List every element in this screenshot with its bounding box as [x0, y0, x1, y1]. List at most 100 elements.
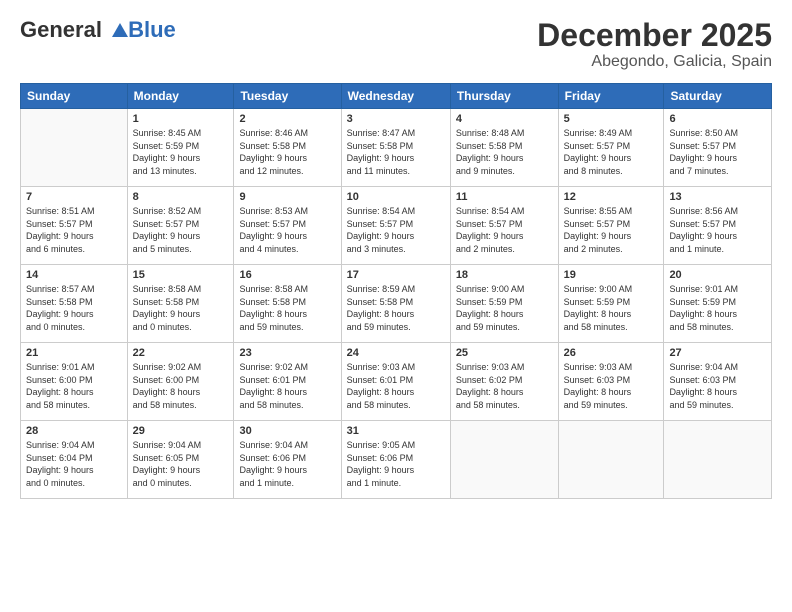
day-info: Sunrise: 8:58 AMSunset: 5:58 PMDaylight:… [133, 283, 229, 333]
day-number: 22 [133, 347, 229, 359]
calendar-cell: 15 Sunrise: 8:58 AMSunset: 5:58 PMDayligh… [127, 265, 234, 343]
calendar-cell: 5 Sunrise: 8:49 AMSunset: 5:57 PMDaylight… [558, 109, 664, 187]
day-number: 13 [669, 191, 766, 203]
day-number: 2 [239, 113, 335, 125]
day-info: Sunrise: 8:48 AMSunset: 5:58 PMDaylight:… [456, 127, 553, 177]
calendar-cell: 2 Sunrise: 8:46 AMSunset: 5:58 PMDaylight… [234, 109, 341, 187]
day-number: 16 [239, 269, 335, 281]
day-number: 17 [347, 269, 445, 281]
day-info: Sunrise: 9:02 AMSunset: 6:00 PMDaylight:… [133, 361, 229, 411]
calendar-cell: 9Sunrise: 8:53 AMSunset: 5:57 PMDaylight… [234, 187, 341, 265]
day-number: 20 [669, 269, 766, 281]
calendar-cell: 26 Sunrise: 9:03 AMSunset: 6:03 PMDayligh… [558, 343, 664, 421]
calendar-cell: 17 Sunrise: 8:59 AMSunset: 5:58 PMDayligh… [341, 265, 450, 343]
day-info: Sunrise: 9:04 AMSunset: 6:05 PMDaylight:… [133, 439, 229, 489]
day-info: Sunrise: 9:00 AMSunset: 5:59 PMDaylight:… [564, 283, 659, 333]
day-number: 5 [564, 113, 659, 125]
day-number: 28 [26, 425, 122, 437]
day-number: 24 [347, 347, 445, 359]
day-info: Sunrise: 9:03 AMSunset: 6:01 PMDaylight:… [347, 361, 445, 411]
day-info: Sunrise: 8:52 AMSunset: 5:57 PMDaylight:… [133, 205, 229, 255]
day-number: 10 [347, 191, 445, 203]
day-info: Sunrise: 8:50 AMSunset: 5:57 PMDaylight:… [669, 127, 766, 177]
day-number: 23 [239, 347, 335, 359]
day-info: Sunrise: 9:01 AMSunset: 5:59 PMDaylight:… [669, 283, 766, 333]
day-info: Sunrise: 9:03 AMSunset: 6:02 PMDaylight:… [456, 361, 553, 411]
col-tuesday: Tuesday [234, 84, 341, 109]
day-info: Sunrise: 8:54 AMSunset: 5:57 PMDaylight:… [456, 205, 553, 255]
title-block: December 2025 Abegondo, Galicia, Spain [537, 18, 772, 71]
calendar-cell [450, 421, 558, 499]
day-number: 4 [456, 113, 553, 125]
calendar-cell: 11 Sunrise: 8:54 AMSunset: 5:57 PMDayligh… [450, 187, 558, 265]
col-sunday: Sunday [21, 84, 128, 109]
day-number: 31 [347, 425, 445, 437]
calendar-week-3: 21 Sunrise: 9:01 AMSunset: 6:00 PMDayligh… [21, 343, 772, 421]
calendar-cell: 7 Sunrise: 8:51 AMSunset: 5:57 PMDaylight… [21, 187, 128, 265]
calendar-cell: 3Sunrise: 8:47 AMSunset: 5:58 PMDaylight… [341, 109, 450, 187]
day-number: 6 [669, 113, 766, 125]
calendar-cell: 10 Sunrise: 8:54 AMSunset: 5:57 PMDayligh… [341, 187, 450, 265]
calendar-cell: 1Sunrise: 8:45 AMSunset: 5:59 PMDaylight… [127, 109, 234, 187]
day-number: 21 [26, 347, 122, 359]
day-info: Sunrise: 9:03 AMSunset: 6:03 PMDaylight:… [564, 361, 659, 411]
day-info: Sunrise: 9:01 AMSunset: 6:00 PMDaylight:… [26, 361, 122, 411]
day-info: Sunrise: 8:51 AMSunset: 5:57 PMDaylight:… [26, 205, 122, 255]
logo-general: General [20, 17, 102, 42]
day-number: 12 [564, 191, 659, 203]
day-info: Sunrise: 8:45 AMSunset: 5:59 PMDaylight:… [133, 127, 229, 177]
calendar-cell: 12 Sunrise: 8:55 AMSunset: 5:57 PMDayligh… [558, 187, 664, 265]
day-number: 30 [239, 425, 335, 437]
day-info: Sunrise: 8:54 AMSunset: 5:57 PMDaylight:… [347, 205, 445, 255]
calendar-cell: 19Sunrise: 9:00 AMSunset: 5:59 PMDayligh… [558, 265, 664, 343]
day-info: Sunrise: 8:57 AMSunset: 5:58 PMDaylight:… [26, 283, 122, 333]
col-monday: Monday [127, 84, 234, 109]
col-saturday: Saturday [664, 84, 772, 109]
day-info: Sunrise: 8:53 AMSunset: 5:57 PMDaylight:… [239, 205, 335, 255]
day-info: Sunrise: 9:00 AMSunset: 5:59 PMDaylight:… [456, 283, 553, 333]
calendar-cell: 4 Sunrise: 8:48 AMSunset: 5:58 PMDaylight… [450, 109, 558, 187]
calendar-cell: 25 Sunrise: 9:03 AMSunset: 6:02 PMDayligh… [450, 343, 558, 421]
day-info: Sunrise: 8:56 AMSunset: 5:57 PMDaylight:… [669, 205, 766, 255]
day-number: 3 [347, 113, 445, 125]
day-info: Sunrise: 8:49 AMSunset: 5:57 PMDaylight:… [564, 127, 659, 177]
calendar-week-1: 7 Sunrise: 8:51 AMSunset: 5:57 PMDaylight… [21, 187, 772, 265]
page: General Blue December 2025 Abegondo, Gal… [0, 0, 792, 612]
day-number: 15 [133, 269, 229, 281]
calendar-cell: 23 Sunrise: 9:02 AMSunset: 6:01 PMDayligh… [234, 343, 341, 421]
calendar-week-0: 1Sunrise: 8:45 AMSunset: 5:59 PMDaylight… [21, 109, 772, 187]
day-info: Sunrise: 8:59 AMSunset: 5:58 PMDaylight:… [347, 283, 445, 333]
calendar-title: December 2025 [537, 18, 772, 53]
col-wednesday: Wednesday [341, 84, 450, 109]
col-thursday: Thursday [450, 84, 558, 109]
calendar-subtitle: Abegondo, Galicia, Spain [537, 53, 772, 71]
day-number: 25 [456, 347, 553, 359]
logo-icon [110, 21, 130, 41]
calendar-cell: 8 Sunrise: 8:52 AMSunset: 5:57 PMDaylight… [127, 187, 234, 265]
day-number: 7 [26, 191, 122, 203]
day-number: 27 [669, 347, 766, 359]
calendar-cell [558, 421, 664, 499]
day-info: Sunrise: 8:46 AMSunset: 5:58 PMDaylight:… [239, 127, 335, 177]
calendar-cell: 14 Sunrise: 8:57 AMSunset: 5:58 PMDayligh… [21, 265, 128, 343]
day-number: 11 [456, 191, 553, 203]
day-info: Sunrise: 9:04 AMSunset: 6:06 PMDaylight:… [239, 439, 335, 489]
day-info: Sunrise: 8:55 AMSunset: 5:57 PMDaylight:… [564, 205, 659, 255]
day-info: Sunrise: 8:58 AMSunset: 5:58 PMDaylight:… [239, 283, 335, 333]
calendar-cell: 22 Sunrise: 9:02 AMSunset: 6:00 PMDayligh… [127, 343, 234, 421]
day-info: Sunrise: 9:05 AMSunset: 6:06 PMDaylight:… [347, 439, 445, 489]
day-number: 8 [133, 191, 229, 203]
calendar-header-row: Sunday Monday Tuesday Wednesday Thursday… [21, 84, 772, 109]
day-info: Sunrise: 9:02 AMSunset: 6:01 PMDaylight:… [239, 361, 335, 411]
calendar-cell [664, 421, 772, 499]
calendar-cell: 27Sunrise: 9:04 AMSunset: 6:03 PMDayligh… [664, 343, 772, 421]
day-number: 26 [564, 347, 659, 359]
day-number: 14 [26, 269, 122, 281]
logo-blue: Blue [128, 17, 176, 42]
calendar-cell: 20 Sunrise: 9:01 AMSunset: 5:59 PMDayligh… [664, 265, 772, 343]
calendar-cell: 18Sunrise: 9:00 AMSunset: 5:59 PMDayligh… [450, 265, 558, 343]
calendar-cell: 16 Sunrise: 8:58 AMSunset: 5:58 PMDayligh… [234, 265, 341, 343]
calendar-table: Sunday Monday Tuesday Wednesday Thursday… [20, 83, 772, 499]
calendar-cell: 13 Sunrise: 8:56 AMSunset: 5:57 PMDayligh… [664, 187, 772, 265]
logo: General Blue [20, 18, 176, 42]
